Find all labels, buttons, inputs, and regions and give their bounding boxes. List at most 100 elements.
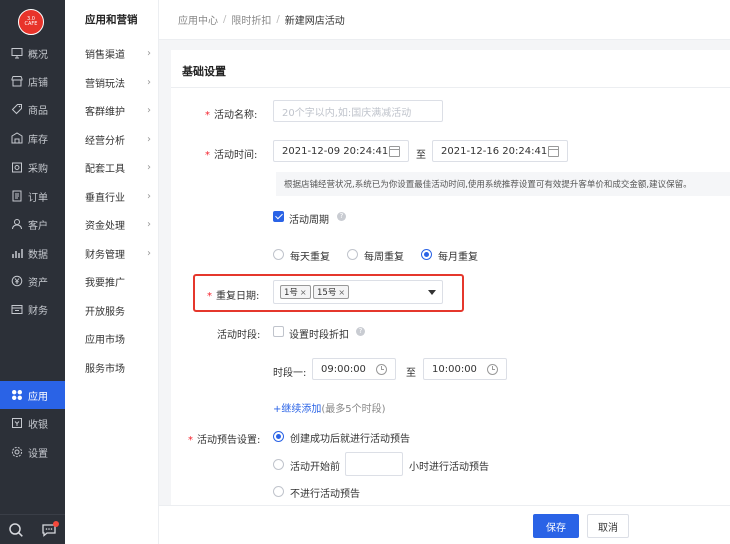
nav-orders[interactable]: 订单 (0, 182, 65, 210)
submenu-item-vertical[interactable]: 垂直行业 › (85, 186, 155, 206)
repeat-date-label: * 重复日期: (207, 291, 260, 302)
form-card: 基础设置 * 活动名称: 20个字以内,如:国庆满减活动 * 活动时间: 2021-… (171, 50, 730, 505)
preview-before-label: 活动开始前 (290, 462, 340, 473)
submenu-item-service-market[interactable]: 服务市场 (85, 357, 155, 377)
warehouse-icon (10, 131, 24, 145)
search-icon (9, 522, 24, 537)
nav-store[interactable]: 店铺 (0, 67, 65, 95)
end-time-picker[interactable]: 2021-12-16 20:24:41 (432, 140, 568, 162)
nav-cashier[interactable]: 收银 (0, 409, 65, 437)
period-label: 活动时段: (217, 330, 261, 341)
cashier-icon (10, 416, 24, 430)
nav-assets[interactable]: 资产 (0, 267, 65, 295)
repeat-tag[interactable]: 1号 × (280, 285, 311, 299)
submenu-title: 应用和营销 (85, 14, 138, 26)
rail-bottom-bar (0, 514, 65, 544)
radio-monthly-label: 每月重复 (438, 252, 478, 263)
close-icon: × (299, 287, 307, 297)
time-hint: 根据店铺经营状况,系统已为你设置最佳活动时间,使用系统推荐设置可有效提升客单价和… (276, 172, 730, 196)
message-button[interactable] (37, 518, 61, 542)
nav-goods[interactable]: 商品 (0, 95, 65, 123)
cycle-checkbox[interactable] (273, 211, 284, 222)
submenu-item-promote[interactable]: 我要推广 (85, 271, 155, 291)
clock-icon (487, 363, 498, 375)
gear-icon (10, 445, 24, 459)
nav-finance[interactable]: 财务 (0, 295, 65, 323)
calendar-icon (548, 145, 559, 157)
main-nav-rail: 3.0 CAFE 概况 店铺 商品 库存 采购 订单 客户 数据 资产 财务 应… (0, 0, 65, 544)
search-button[interactable] (4, 518, 28, 542)
order-icon (10, 189, 24, 203)
radio-preview-immediate[interactable] (273, 431, 284, 442)
submenu-item-tools[interactable]: 配套工具 › (85, 157, 155, 177)
chevron-right-icon: › (147, 247, 151, 259)
submenu-item-finance[interactable]: 财务管理 › (85, 243, 155, 263)
cancel-button[interactable]: 取消 (587, 514, 629, 538)
finance-icon (10, 302, 24, 316)
chart-icon (10, 246, 24, 260)
nav-settings[interactable]: 设置 (0, 438, 65, 466)
apps-icon (10, 388, 24, 402)
nav-customers[interactable]: 客户 (0, 210, 65, 238)
calendar-icon (389, 145, 400, 157)
nav-inventory[interactable]: 库存 (0, 124, 65, 152)
store-icon (10, 74, 24, 88)
submenu-item-funds[interactable]: 资金处理 › (85, 214, 155, 234)
breadcrumb-flash-discount[interactable]: 限时折扣 (231, 12, 271, 27)
chevron-right-icon: › (147, 161, 151, 173)
radio-weekly[interactable] (347, 249, 358, 260)
preview-hours-input[interactable] (345, 452, 403, 476)
nav-purchase[interactable]: 采购 (0, 153, 65, 181)
submenu-item-customer-care[interactable]: 客群维护 › (85, 100, 155, 120)
radio-preview-none[interactable] (273, 486, 284, 497)
slot-end-picker[interactable]: 10:00:00 (423, 358, 507, 380)
radio-daily-label: 每天重复 (290, 252, 330, 263)
activity-name-input[interactable]: 20个字以内,如:国庆满减活动 (273, 100, 443, 122)
breadcrumb-app-center[interactable]: 应用中心 (178, 12, 218, 27)
chevron-right-icon: › (147, 104, 151, 116)
section-title: 基础设置 (182, 65, 226, 78)
period-checkbox[interactable] (273, 326, 284, 337)
chevron-right-icon: › (147, 133, 151, 145)
preview-none-label: 不进行活动预告 (290, 489, 360, 500)
secondary-menu: 应用和营销 销售渠道 › 营销玩法 › 客群维护 › 经营分析 › 配套工具 › 垂直行业… (65, 0, 159, 544)
chevron-right-icon: › (147, 190, 151, 202)
help-icon[interactable]: ? (337, 212, 346, 221)
time-to-text: 至 (416, 150, 426, 161)
preview-label: * 活动预告设置: (188, 435, 261, 446)
submenu-item-marketing[interactable]: 营销玩法 › (85, 72, 155, 92)
monitor-icon (10, 46, 24, 60)
clock-icon (376, 363, 387, 375)
breadcrumb: 应用中心 / 限时折扣 / 新建网店活动 (159, 0, 730, 40)
nav-overview[interactable]: 概况 (0, 39, 65, 67)
repeat-tag[interactable]: 15号 × (313, 285, 350, 299)
footer-bar: 保存 取消 (159, 505, 730, 544)
caret-down-icon[interactable] (428, 290, 436, 295)
preview-immediate-label: 创建成功后就进行活动预告 (290, 434, 410, 445)
purchase-icon (10, 160, 24, 174)
cycle-label: 活动周期 (289, 215, 329, 226)
notification-dot (52, 520, 59, 527)
add-slot-link[interactable]: +继续添加(最多5个时段) (273, 400, 386, 415)
save-button[interactable]: 保存 (533, 514, 579, 538)
submenu-item-app-market[interactable]: 应用市场 (85, 328, 155, 348)
radio-weekly-label: 每周重复 (364, 252, 404, 263)
radio-daily[interactable] (273, 249, 284, 260)
nav-apps[interactable]: 应用 (0, 381, 65, 409)
slot-start-picker[interactable]: 09:00:00 (312, 358, 396, 380)
help-icon[interactable]: ? (356, 327, 365, 336)
period-option-label: 设置时段折扣 (289, 330, 349, 341)
radio-preview-before[interactable] (273, 459, 284, 470)
coin-icon (10, 274, 24, 288)
slot-to-text: 至 (406, 368, 416, 379)
submenu-item-sales-channel[interactable]: 销售渠道 › (85, 43, 155, 63)
preview-hours-suffix: 小时进行活动预告 (409, 462, 489, 473)
submenu-item-open-service[interactable]: 开放服务 (85, 300, 155, 320)
name-label: * 活动名称: (205, 110, 258, 121)
submenu-item-analysis[interactable]: 经营分析 › (85, 129, 155, 149)
start-time-picker[interactable]: 2021-12-09 20:24:41 (273, 140, 409, 162)
brand-logo[interactable]: 3.0 CAFE (18, 9, 44, 35)
nav-data[interactable]: 数据 (0, 239, 65, 267)
radio-monthly[interactable] (421, 249, 432, 260)
time-label: * 活动时间: (205, 150, 258, 161)
